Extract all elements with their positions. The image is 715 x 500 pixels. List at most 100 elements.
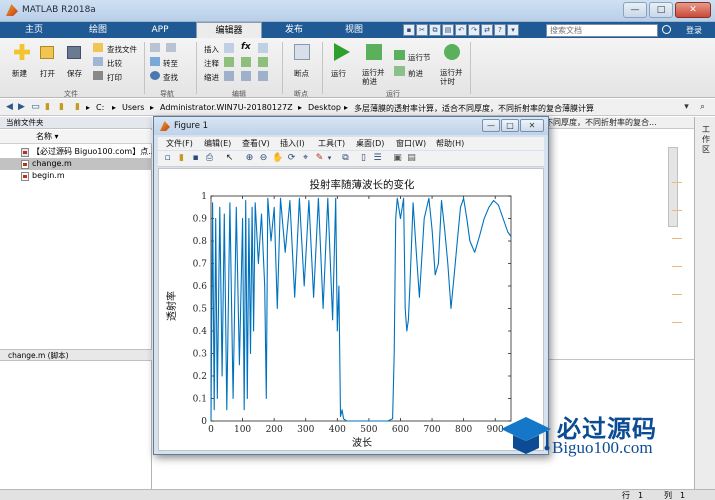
comment-button[interactable]: 注释	[204, 58, 219, 69]
increase-indent-icon[interactable]	[241, 71, 251, 81]
file-row[interactable]: change.m	[0, 158, 152, 170]
zoom-in-icon[interactable]: ⊕	[244, 153, 255, 164]
search-folder-icon[interactable]: ⌕	[697, 102, 708, 113]
back-arrow-icon[interactable]: ◀	[4, 102, 15, 113]
minimize-button[interactable]: —	[623, 2, 647, 18]
link-plot-icon[interactable]: ⧉	[340, 153, 351, 164]
switch-window-icon[interactable]: ⇄	[481, 24, 493, 36]
save-icon[interactable]	[67, 46, 81, 59]
menu-window[interactable]: 窗口(W)	[396, 138, 426, 149]
run-icon[interactable]	[334, 43, 350, 61]
print-button[interactable]: 打印	[107, 72, 122, 83]
compare-button[interactable]: 比较	[107, 58, 122, 69]
details-bar[interactable]: change.m (脚本)	[0, 349, 152, 361]
menu-insert[interactable]: 插入(I)	[280, 138, 305, 149]
workspace-label[interactable]: 工作区	[702, 125, 711, 155]
print-icon[interactable]	[93, 71, 103, 80]
insert-button[interactable]: 插入	[204, 44, 219, 55]
decrease-indent-icon[interactable]	[258, 71, 268, 81]
login-link[interactable]: 登录	[686, 25, 702, 36]
open-button[interactable]: 打开	[40, 68, 55, 79]
open-folder-icon[interactable]	[40, 46, 54, 59]
run-section-button[interactable]: 运行节	[408, 52, 431, 63]
save-button[interactable]: 保存	[67, 68, 82, 79]
path-dropdown-icon[interactable]: ▾	[681, 102, 692, 113]
path-segment-users[interactable]: Users	[122, 103, 144, 112]
breakpoints-icon[interactable]	[294, 44, 310, 60]
brush-dropdown-icon[interactable]: ▾	[324, 153, 335, 164]
undo-icon[interactable]: ↶	[455, 24, 467, 36]
figure-maximize-button[interactable]: □	[501, 119, 519, 132]
figure-minimize-button[interactable]: —	[482, 119, 500, 132]
compare-icon[interactable]	[93, 57, 103, 66]
save-figure-icon[interactable]: ▪	[190, 153, 201, 164]
save-icon[interactable]: ▪	[403, 24, 415, 36]
find-button[interactable]: 查找	[163, 72, 178, 83]
show-plot-tools-icon[interactable]: ▤	[406, 153, 417, 164]
breakpoints-button[interactable]: 断点	[294, 68, 309, 79]
forward-arrow-icon[interactable]: ▶	[16, 102, 27, 113]
tab-home[interactable]: 主页	[12, 22, 56, 38]
zoom-out-icon[interactable]: ⊖	[258, 153, 269, 164]
comment-icon[interactable]	[224, 57, 234, 67]
goto-icon[interactable]	[150, 57, 160, 66]
tab-publish[interactable]: 发布	[272, 22, 316, 38]
redo-icon[interactable]: ↷	[468, 24, 480, 36]
legend-icon[interactable]: ☰	[372, 153, 383, 164]
menu-edit[interactable]: 编辑(E)	[204, 138, 231, 149]
find-icon[interactable]	[150, 71, 160, 80]
smart-indent-icon[interactable]	[224, 71, 234, 81]
tab-plots[interactable]: 绘图	[72, 22, 124, 38]
editor-tab[interactable]: 不同厚度，不同折射率的复合...	[543, 117, 694, 129]
path-segment-folder[interactable]: 多层薄膜的透射率计算，适合不同厚度，不同折射率的复合薄膜计算	[354, 103, 594, 114]
figure-title-bar[interactable]: Figure 1 — □ ✕	[154, 117, 548, 135]
print-figure-icon[interactable]: ⎙	[204, 153, 215, 164]
path-segment-drive[interactable]: C:	[96, 103, 104, 112]
percent-icon[interactable]	[241, 57, 251, 67]
advance-button[interactable]: 前进	[408, 68, 423, 79]
figure-canvas[interactable]: 投射率随薄波长的变化 0 100 200 300 400 500 600 700 800 900 0…	[158, 168, 544, 451]
run-time-icon[interactable]	[444, 44, 460, 60]
run-button[interactable]: 运行	[331, 68, 346, 79]
find-files-icon[interactable]	[93, 43, 103, 52]
figure-window[interactable]: Figure 1 — □ ✕ 文件(F) 编辑(E) 查看(V) 插入(I) 工…	[153, 116, 549, 455]
menu-desktop[interactable]: 桌面(D)	[356, 138, 384, 149]
menu-file[interactable]: 文件(F)	[166, 138, 193, 149]
new-figure-icon[interactable]: ▫	[162, 153, 173, 164]
new-button[interactable]: 新建	[12, 68, 27, 79]
goto-button[interactable]: 转至	[163, 58, 178, 69]
insert-table-icon[interactable]	[258, 43, 268, 53]
file-row[interactable]: 【必过源码 Biguo100.com】点...	[0, 146, 152, 158]
run-advance-button[interactable]: 运行并前进	[362, 68, 388, 86]
colorbar-icon[interactable]: ▯	[358, 153, 369, 164]
menu-help[interactable]: 帮助(H)	[436, 138, 464, 149]
path-segment-desktop[interactable]: Desktop	[308, 103, 341, 112]
name-column-header[interactable]: 名称 ▾	[0, 130, 152, 144]
fx-button[interactable]: fx	[241, 42, 251, 52]
rotate-3d-icon[interactable]: ⟳	[286, 153, 297, 164]
new-file-icon[interactable]	[14, 44, 30, 60]
browse-folder-icon[interactable]: ▮	[42, 102, 53, 113]
find-files-button[interactable]: 查找文件	[107, 44, 137, 55]
menu-tools[interactable]: 工具(T)	[318, 138, 345, 149]
pan-icon[interactable]: ✋	[272, 153, 283, 164]
forward-icon[interactable]	[166, 43, 176, 52]
tab-view[interactable]: 视图	[332, 22, 376, 38]
close-button[interactable]: ✕	[675, 2, 711, 18]
search-documentation-input[interactable]	[546, 24, 658, 37]
dropdown-icon[interactable]: ▾	[507, 24, 519, 36]
data-cursor-icon[interactable]: ⌖	[300, 153, 311, 164]
menu-view[interactable]: 查看(V)	[242, 138, 270, 149]
hide-plot-tools-icon[interactable]: ▣	[392, 153, 403, 164]
search-icon[interactable]	[662, 25, 671, 34]
figure-close-button[interactable]: ✕	[520, 119, 544, 132]
run-time-button[interactable]: 运行并计时	[440, 68, 466, 86]
select-arrow-icon[interactable]: ↖	[224, 153, 235, 164]
maximize-button[interactable]: □	[649, 2, 673, 18]
open-folder-icon[interactable]: ▮	[56, 102, 67, 113]
insert-section-icon[interactable]	[224, 43, 234, 53]
file-row[interactable]: begin.m	[0, 170, 152, 182]
wrap-comments-icon[interactable]	[258, 57, 268, 67]
path-segment-user[interactable]: Administrator.WIN7U-20180127Z	[160, 103, 293, 112]
paste-icon[interactable]: ▤	[442, 24, 454, 36]
